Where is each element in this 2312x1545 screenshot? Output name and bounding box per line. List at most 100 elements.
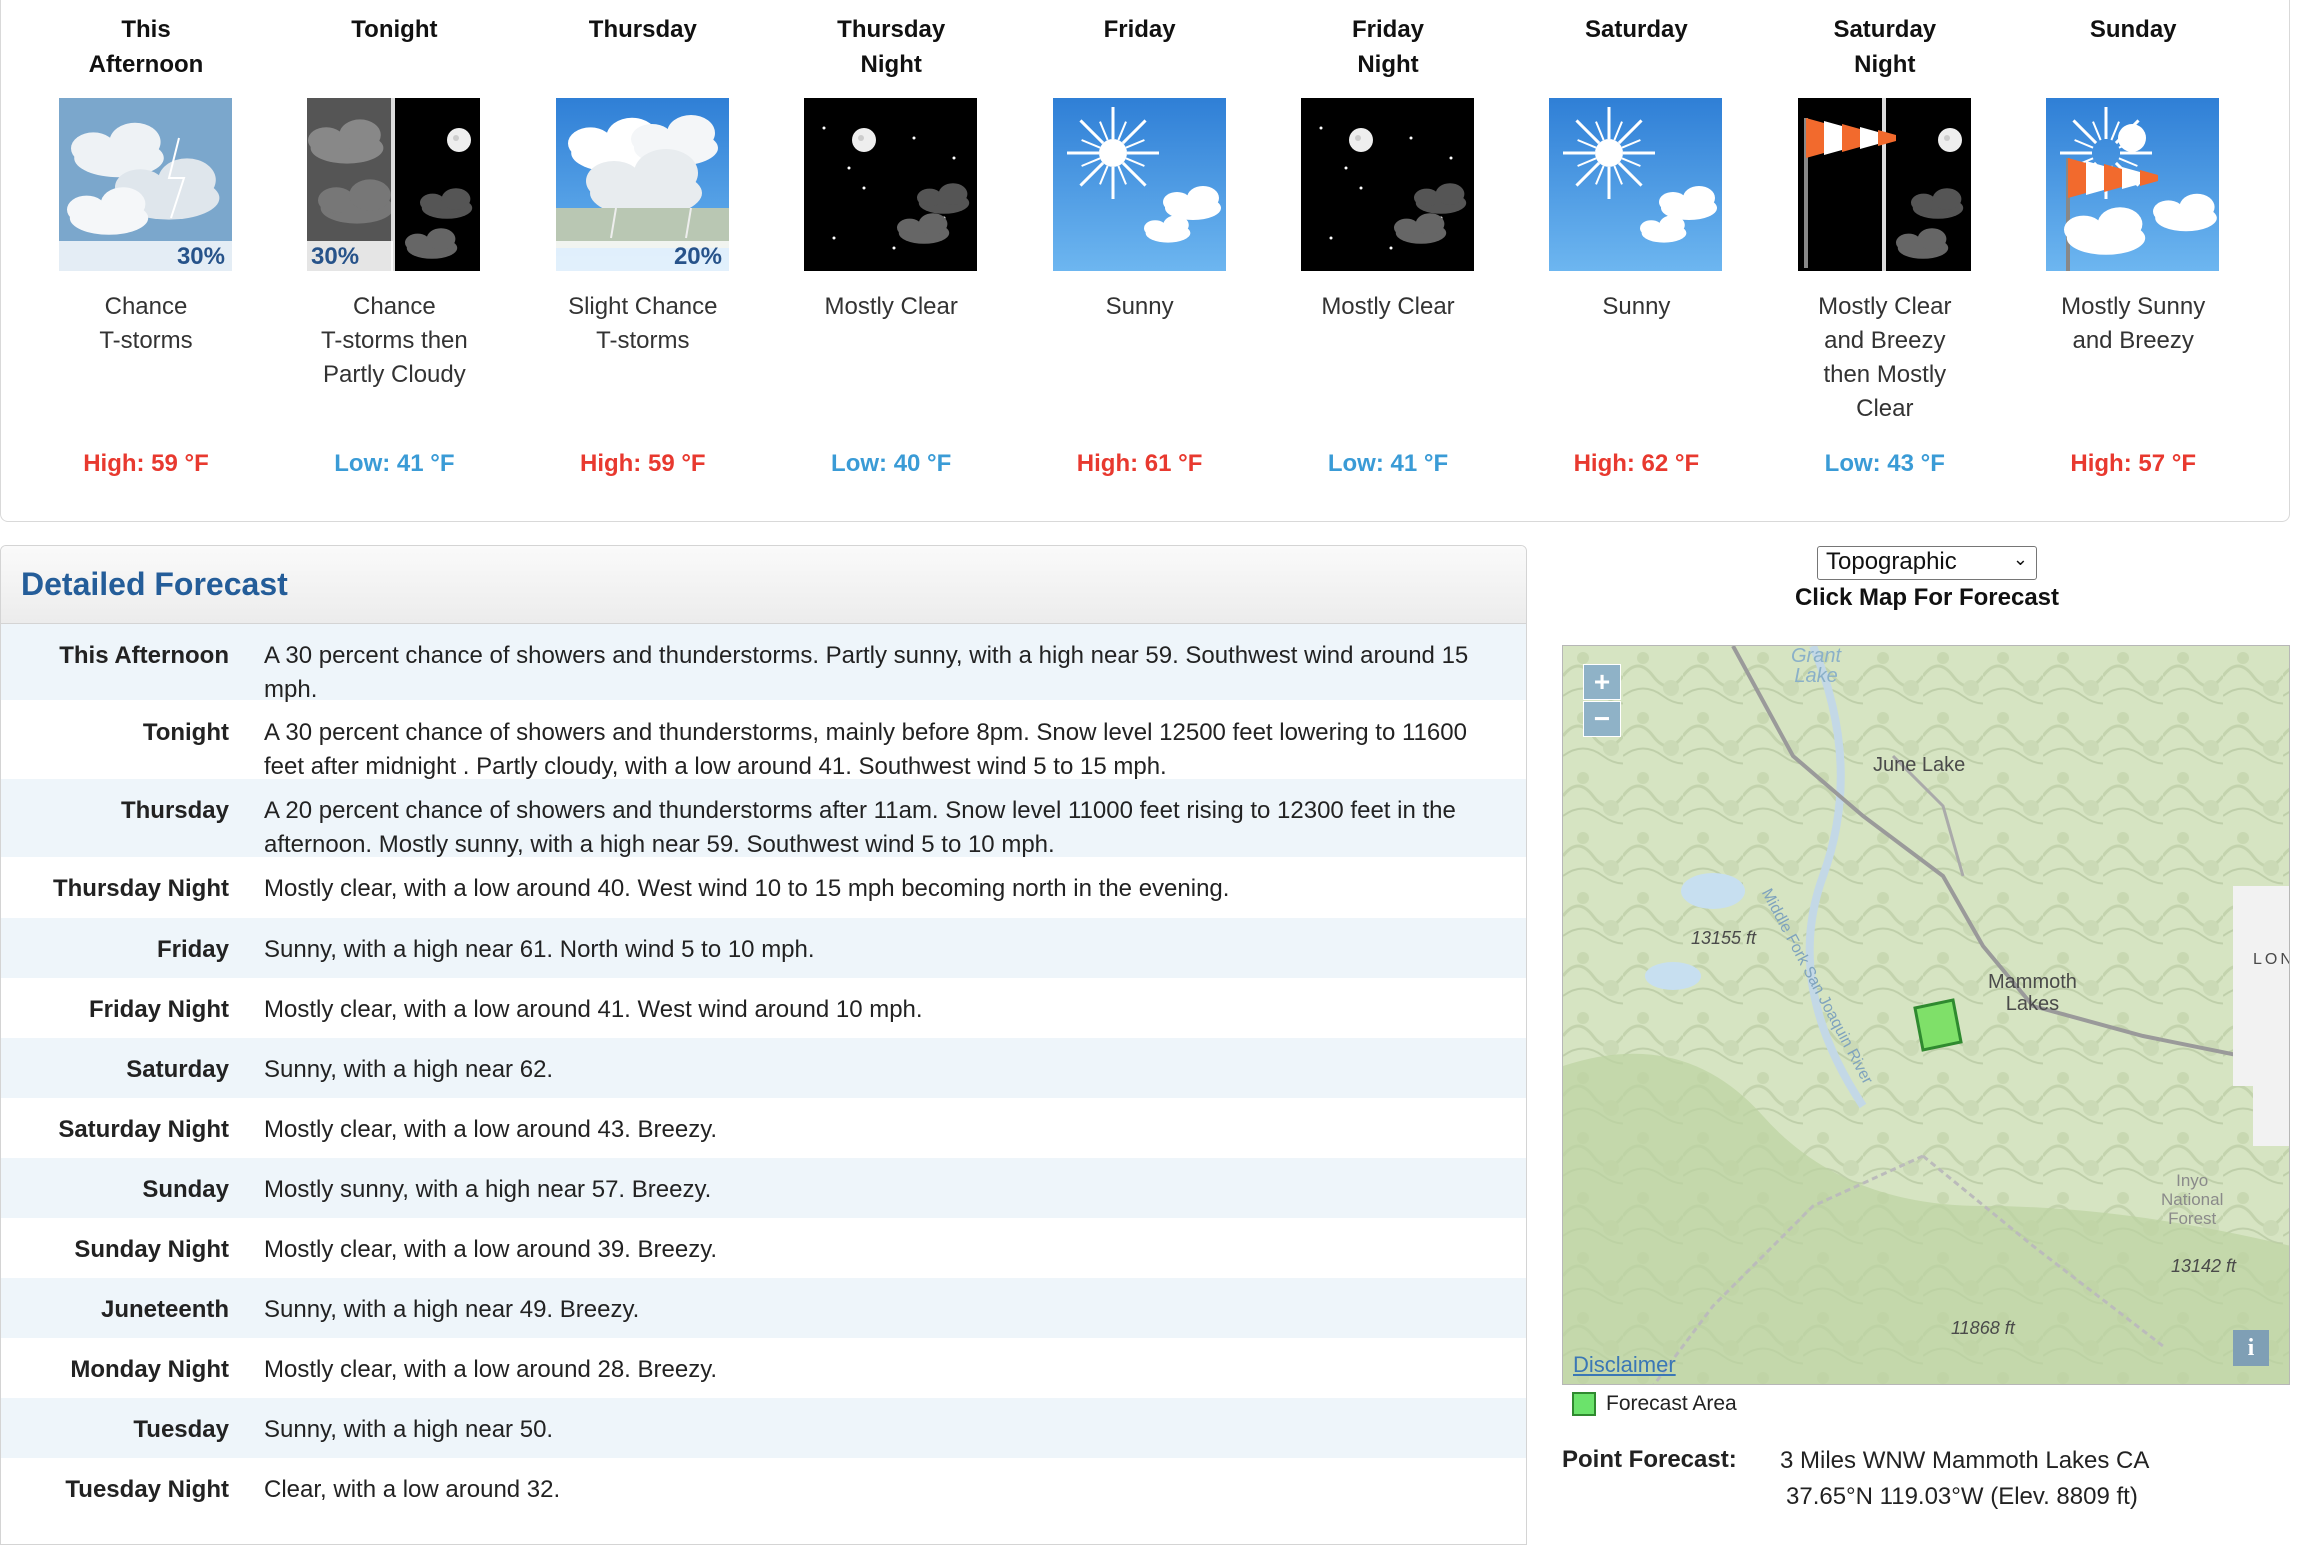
row-label: Thursday — [120, 797, 229, 824]
legend-label: Forecast Area — [1606, 1392, 1737, 1415]
map-label-inyo-forest: Inyo National Forest — [2161, 1171, 2224, 1228]
row-text: Clear, with a low around 32. — [264, 1476, 561, 1503]
mostly-clear-night-icon[interactable] — [804, 98, 978, 271]
row-label: This Afternoon — [59, 642, 229, 669]
svg-text:30%: 30% — [177, 243, 225, 270]
short-description: Sunny — [1602, 293, 1671, 320]
period-name: Friday — [1103, 16, 1176, 43]
click-map-label: Click Map For Forecast — [1794, 584, 2060, 611]
row-label: Tuesday Night — [65, 1476, 229, 1503]
low-temperature: Low: 43 °F — [1824, 450, 1945, 477]
short-description: Mostly Sunny and Breezy — [2061, 293, 2206, 354]
map-legend: Forecast Area — [1572, 1392, 1737, 1416]
row-text: Sunny, with a high near 49. Breezy. — [264, 1296, 640, 1323]
sunny-icon[interactable] — [1052, 98, 1226, 271]
high-temperature: High: 62 °F — [1573, 450, 1700, 477]
row-text: A 20 percent chance of showers and thund… — [264, 797, 1456, 858]
detailed-forecast-row: Friday Night Mostly clear, with a low aro… — [1, 978, 1526, 1038]
detailed-forecast-row: Tonight A 30 percent chance of showers an… — [1, 701, 1526, 780]
mostly-clear-night-icon[interactable] — [1301, 98, 1474, 271]
row-label: Saturday — [126, 1056, 229, 1083]
detailed-forecast-row: Tuesday Night Clear, with a low around 32… — [1, 1458, 1526, 1518]
tstorm-then-partly-cloudy-night-icon[interactable]: 30% — [307, 98, 481, 271]
row-label: Sunday Night — [74, 1236, 229, 1263]
short-description: Sunny — [1105, 293, 1174, 320]
map-type-value: Topographic — [1826, 548, 1957, 575]
period-name: This Afternoon — [88, 16, 204, 78]
zoom-out-button[interactable]: − — [1583, 701, 1621, 737]
row-text: Mostly clear, with a low around 41. West… — [264, 996, 923, 1023]
slight-tstorm-day-icon[interactable]: 20% — [555, 98, 729, 271]
map-label-grant-lake: Grant Lake — [1791, 645, 1842, 687]
short-description: Chance T-storms then Partly Cloudy — [321, 293, 468, 388]
zoom-in-button[interactable]: + — [1583, 664, 1621, 700]
row-label: Juneteenth — [100, 1296, 229, 1323]
svg-text:20%: 20% — [674, 243, 722, 270]
map-label-elevation: 13155 ft — [1691, 928, 1757, 948]
windsock-day-icon[interactable] — [2046, 98, 2220, 271]
tstorm-day-icon[interactable]: 30% — [59, 98, 232, 271]
detailed-forecast-row: Monday Night Mostly clear, with a low aro… — [1, 1338, 1526, 1398]
forecast-area-marker — [1913, 998, 1963, 1052]
row-label: Sunday — [142, 1176, 229, 1203]
row-text: Mostly clear, with a low around 28. Bree… — [264, 1356, 718, 1383]
row-text: A 30 percent chance of showers and thund… — [264, 642, 1469, 703]
chevron-down-icon: ⌄ — [2012, 549, 2028, 569]
forecast-area-swatch — [1572, 1392, 1596, 1416]
svg-text:30%: 30% — [311, 243, 359, 270]
row-label: Monday Night — [70, 1356, 229, 1383]
detailed-forecast-row: Tuesday Sunny, with a high near 50. — [1, 1398, 1526, 1458]
high-temperature: High: 61 °F — [1076, 450, 1203, 477]
row-label: Tuesday — [133, 1416, 229, 1443]
row-text: Mostly sunny, with a high near 57. Breez… — [264, 1176, 712, 1203]
row-text: Sunny, with a high near 61. North wind 5… — [264, 936, 815, 963]
short-description: Chance T-storms — [99, 293, 193, 354]
info-icon[interactable]: i — [2233, 1330, 2269, 1366]
detailed-forecast-title: Detailed Forecast — [21, 566, 288, 602]
forecast-map[interactable]: + − Grant Lake June Lake 13155 ft Middle… — [1562, 645, 2290, 1385]
disclaimer-link[interactable]: Disclaimer — [1573, 1352, 1676, 1378]
row-text: Mostly clear, with a low around 40. West… — [264, 875, 1230, 902]
low-temperature: Low: 40 °F — [831, 450, 952, 477]
period-name: Sunday — [2089, 16, 2177, 43]
detailed-forecast-row: Sunday Night Mostly clear, with a low aro… — [1, 1218, 1526, 1278]
row-label: Thursday Night — [52, 875, 229, 902]
detailed-forecast-row: Saturday Night Mostly clear, with a low a… — [1, 1098, 1526, 1158]
map-label-mammoth-lakes: Mammoth Lakes — [1988, 971, 2077, 1015]
period-name: Saturday Night — [1833, 16, 1937, 78]
detailed-forecast-row: Sunday Mostly sunny, with a high near 57.… — [1, 1158, 1526, 1218]
low-temperature: Low: 41 °F — [1327, 450, 1449, 477]
windsock-night-icon[interactable] — [1797, 98, 1971, 271]
sunny-icon[interactable] — [1549, 98, 1723, 271]
high-temperature: High: 59 °F — [579, 450, 706, 477]
detailed-forecast-row: Thursday Night Mostly clear, with a low a… — [1, 857, 1526, 918]
period-name: Saturday — [1585, 16, 1688, 43]
detailed-forecast-row: Friday Sunny, with a high near 61. North … — [1, 918, 1526, 978]
map-label-elevation: 11868 ft — [1951, 1318, 2015, 1338]
low-temperature: Low: 41 °F — [334, 450, 455, 477]
seven-day-forecast: This Afternoon 30% Chance T-storms High: 59… — [0, 0, 2290, 522]
high-temperature: High: 59 °F — [83, 450, 209, 477]
detailed-forecast-row: Thursday A 20 percent chance of showers a… — [1, 779, 1526, 858]
row-text: Sunny, with a high near 62. — [264, 1056, 554, 1083]
row-text: Mostly clear, with a low around 39. Bree… — [264, 1236, 718, 1263]
period-name: Friday Night — [1351, 16, 1425, 78]
detailed-forecast-header: Detailed Forecast — [1, 546, 1526, 624]
map-type-select[interactable]: Topographic ⌄ — [1817, 546, 2037, 580]
point-forecast-location: 3 Miles WNW Mammoth Lakes CA — [1780, 1447, 2150, 1474]
short-description: Mostly Clear — [824, 293, 958, 320]
period-name: Tonight — [351, 16, 438, 43]
row-label: Friday Night — [88, 996, 229, 1023]
period-name: Thursday Night — [837, 16, 946, 78]
row-label: Saturday Night — [58, 1116, 229, 1143]
high-temperature: High: 57 °F — [2070, 450, 2196, 477]
map-label-june-lake: June Lake — [1873, 754, 1966, 776]
map-label-lon: LON — [2253, 951, 2289, 968]
short-description: Slight Chance T-storms — [568, 293, 718, 354]
period-name: Thursday — [588, 16, 697, 43]
detailed-forecast-row: Saturday Sunny, with a high near 62. — [1, 1038, 1526, 1098]
map-label-elevation: 13142 ft — [2171, 1256, 2237, 1276]
row-text: Mostly clear, with a low around 43. Bree… — [264, 1116, 718, 1143]
point-forecast-label: Point Forecast: — [1562, 1446, 1737, 1473]
detailed-forecast-panel: Detailed Forecast This Afternoon A 30 per… — [0, 545, 1527, 1545]
